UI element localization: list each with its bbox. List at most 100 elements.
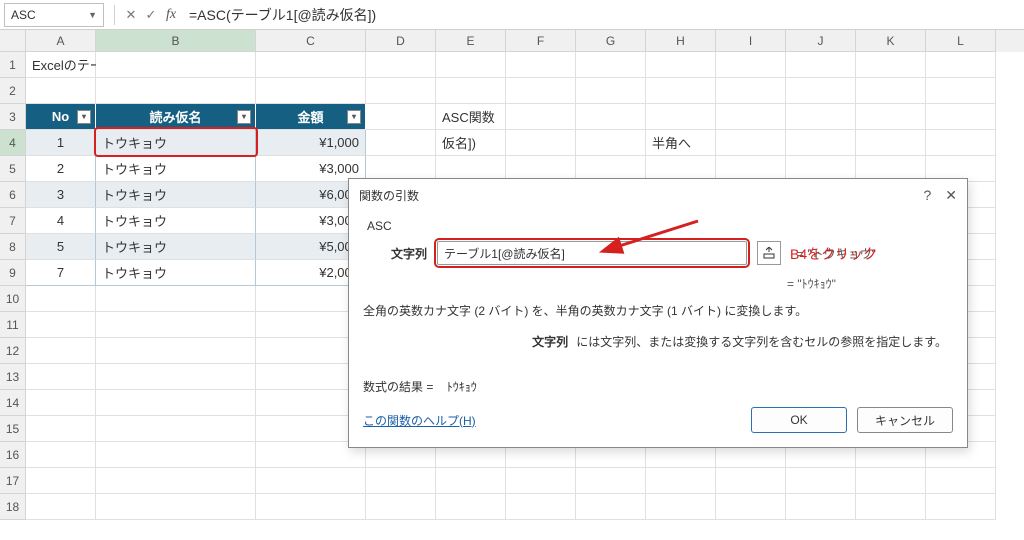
cell[interactable] [96, 468, 256, 494]
row-header[interactable]: 7 [0, 208, 26, 234]
cell[interactable] [26, 416, 96, 442]
name-box[interactable]: ASC ▼ [4, 3, 104, 27]
cell[interactable] [26, 286, 96, 312]
cell[interactable] [646, 104, 716, 130]
cell[interactable] [926, 130, 996, 156]
cell[interactable] [926, 78, 996, 104]
cell[interactable] [716, 52, 786, 78]
cell[interactable] [856, 468, 926, 494]
cell[interactable] [786, 78, 856, 104]
cell[interactable] [256, 468, 366, 494]
cell-E3[interactable]: ASC関数 [436, 104, 506, 130]
row-header[interactable]: 18 [0, 494, 26, 520]
cell[interactable] [716, 494, 786, 520]
cancel-button[interactable]: キャンセル [857, 407, 953, 433]
cell[interactable] [926, 468, 996, 494]
table-cell[interactable]: ¥1,000 [256, 130, 366, 156]
cell[interactable] [26, 468, 96, 494]
ok-button[interactable]: OK [751, 407, 847, 433]
col-header-A[interactable]: A [26, 30, 96, 52]
cell[interactable] [26, 390, 96, 416]
cell[interactable] [926, 52, 996, 78]
cell[interactable] [716, 468, 786, 494]
table-cell[interactable]: 3 [26, 182, 96, 208]
row-header[interactable]: 3 [0, 104, 26, 130]
col-header-K[interactable]: K [856, 30, 926, 52]
cell[interactable] [856, 78, 926, 104]
col-header-F[interactable]: F [506, 30, 576, 52]
row-header[interactable]: 13 [0, 364, 26, 390]
cell[interactable] [786, 52, 856, 78]
cell[interactable] [26, 364, 96, 390]
cell[interactable] [856, 130, 926, 156]
table-header-kingaku[interactable]: 金額▾ [256, 104, 366, 130]
row-header[interactable]: 8 [0, 234, 26, 260]
col-header-B[interactable]: B [96, 30, 256, 52]
cell[interactable] [436, 468, 506, 494]
table-cell[interactable]: トウキョウ [96, 208, 256, 234]
dialog-titlebar[interactable]: 関数の引数 ? ✕ [349, 179, 967, 211]
cell[interactable] [436, 78, 506, 104]
cell[interactable] [716, 130, 786, 156]
row-header[interactable]: 15 [0, 416, 26, 442]
cell[interactable] [576, 130, 646, 156]
table-cell[interactable]: トウキョウ [96, 260, 256, 286]
cell[interactable] [26, 78, 96, 104]
row-header[interactable]: 11 [0, 312, 26, 338]
row-header[interactable]: 17 [0, 468, 26, 494]
cell[interactable] [366, 130, 436, 156]
row-header[interactable]: 4 [0, 130, 26, 156]
table-cell-B4[interactable]: トウキョウ [96, 130, 256, 156]
filter-dropdown-icon[interactable]: ▾ [237, 110, 251, 124]
cell[interactable] [256, 494, 366, 520]
cell[interactable] [646, 78, 716, 104]
cell[interactable] [96, 390, 256, 416]
col-header-C[interactable]: C [256, 30, 366, 52]
col-header-H[interactable]: H [646, 30, 716, 52]
cell[interactable] [96, 338, 256, 364]
cell[interactable] [576, 104, 646, 130]
cell[interactable] [786, 130, 856, 156]
cell[interactable] [926, 104, 996, 130]
table-cell[interactable]: 1 [26, 130, 96, 156]
select-all-cell[interactable] [0, 30, 26, 52]
cell[interactable] [786, 494, 856, 520]
table-cell[interactable]: 2 [26, 156, 96, 182]
cell[interactable] [96, 442, 256, 468]
col-header-L[interactable]: L [926, 30, 996, 52]
cell[interactable] [366, 494, 436, 520]
col-header-D[interactable]: D [366, 30, 436, 52]
col-header-I[interactable]: I [716, 30, 786, 52]
cell[interactable] [96, 312, 256, 338]
table-cell[interactable]: 5 [26, 234, 96, 260]
cell[interactable] [506, 494, 576, 520]
cell[interactable] [716, 104, 786, 130]
cell[interactable] [26, 312, 96, 338]
cell[interactable] [786, 104, 856, 130]
table-cell[interactable]: 4 [26, 208, 96, 234]
cell[interactable] [96, 494, 256, 520]
close-icon[interactable]: ✕ [945, 187, 957, 204]
cell[interactable] [256, 78, 366, 104]
cell[interactable] [506, 78, 576, 104]
cell[interactable] [436, 52, 506, 78]
row-header[interactable]: 6 [0, 182, 26, 208]
cell[interactable] [576, 78, 646, 104]
collapse-dialog-icon[interactable] [757, 241, 781, 265]
cell[interactable] [576, 468, 646, 494]
filter-dropdown-icon[interactable]: ▾ [347, 110, 361, 124]
col-header-G[interactable]: G [576, 30, 646, 52]
table-header-no[interactable]: No▾ [26, 104, 96, 130]
col-header-J[interactable]: J [786, 30, 856, 52]
cell-B1[interactable] [96, 52, 256, 78]
cell[interactable] [26, 442, 96, 468]
chevron-down-icon[interactable]: ▼ [88, 10, 97, 20]
row-header[interactable]: 14 [0, 390, 26, 416]
cell[interactable] [26, 338, 96, 364]
cell[interactable] [926, 494, 996, 520]
table-cell[interactable]: トウキョウ [96, 234, 256, 260]
cell-H4[interactable]: 半角へ [646, 130, 716, 156]
cell[interactable] [436, 494, 506, 520]
table-cell[interactable]: トウキョウ [96, 156, 256, 182]
table-header-yomi[interactable]: 読み仮名▾ [96, 104, 256, 130]
